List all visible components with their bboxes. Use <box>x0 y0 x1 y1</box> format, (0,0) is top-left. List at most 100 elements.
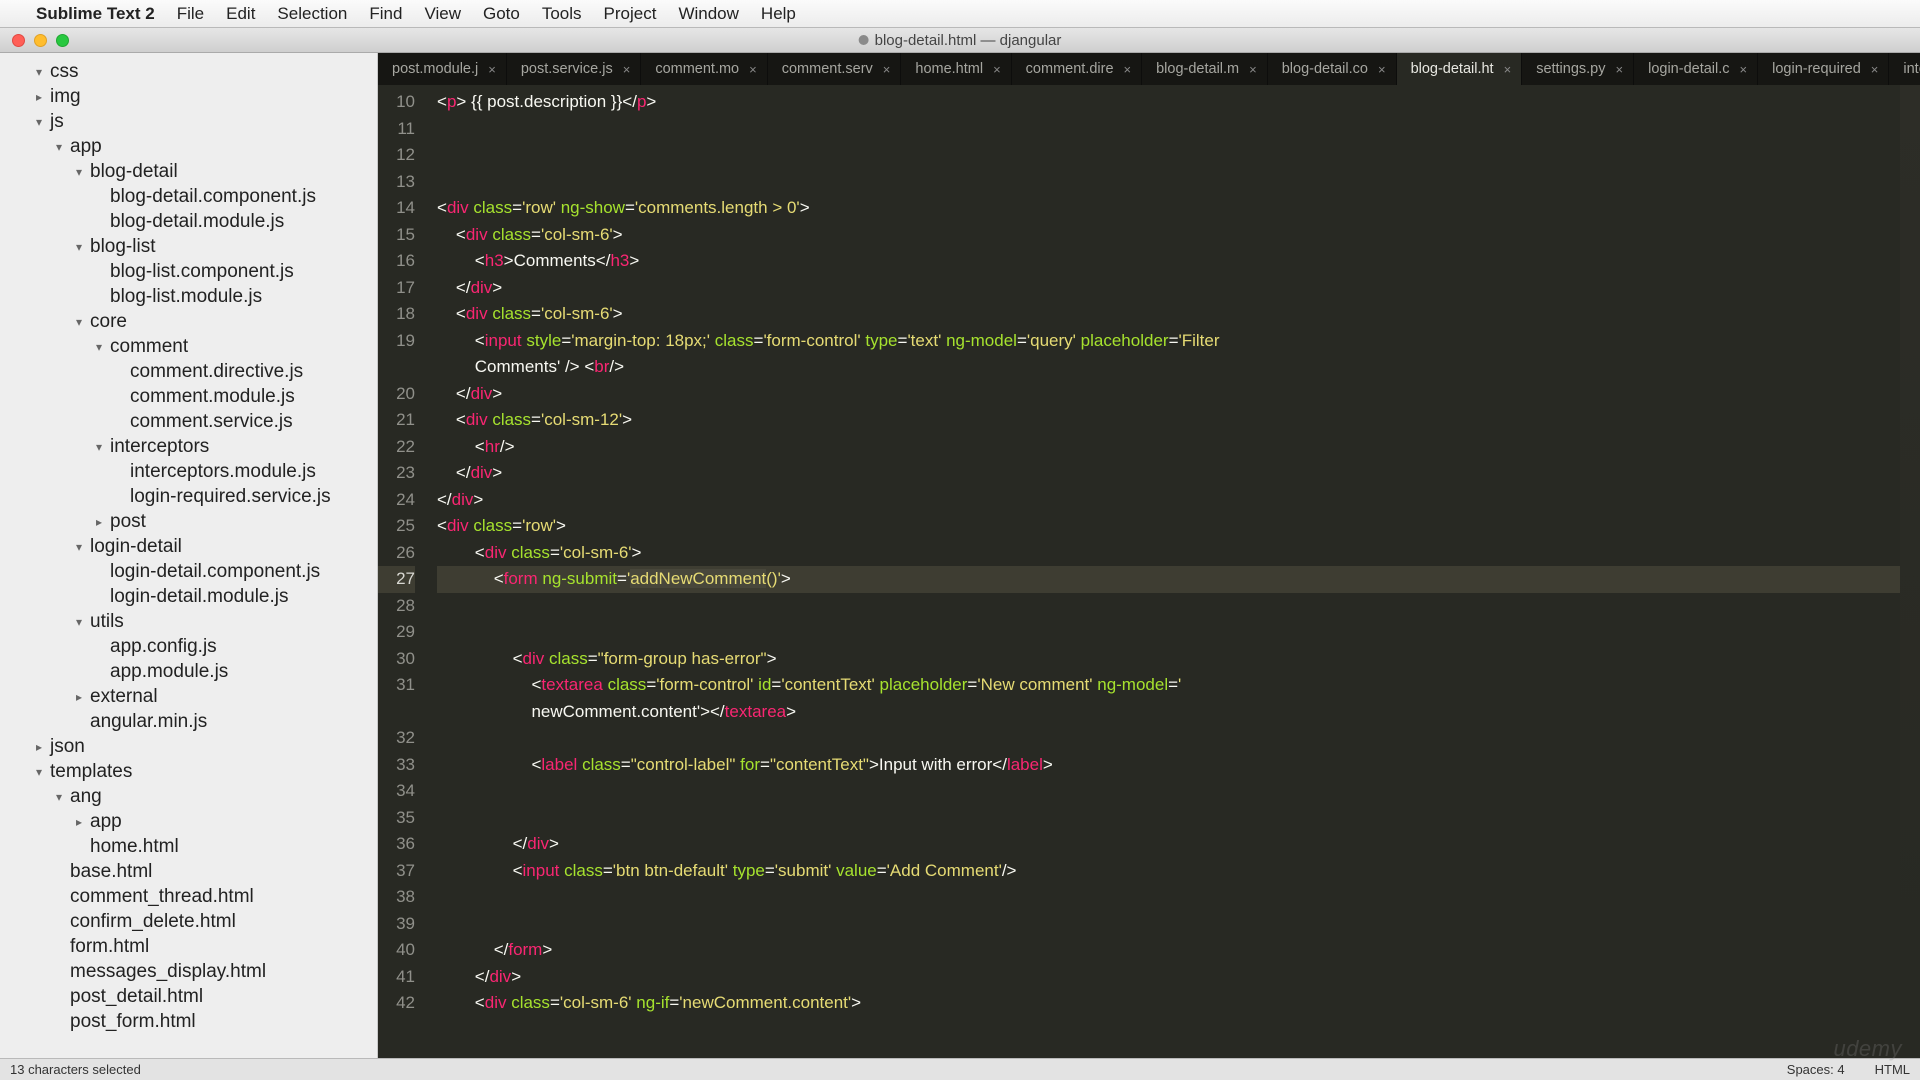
line-number[interactable] <box>378 354 415 381</box>
tab[interactable]: blog-detail.ht× <box>1397 53 1523 85</box>
code-line[interactable]: <label class="control-label" for="conten… <box>437 752 1920 779</box>
code-line[interactable]: </div> <box>437 381 1920 408</box>
close-icon[interactable]: × <box>1740 62 1748 77</box>
code-line[interactable] <box>437 169 1920 196</box>
line-number[interactable]: 23 <box>378 460 415 487</box>
tab[interactable]: login-detail.c× <box>1634 53 1758 85</box>
tree-item[interactable]: ▾blog-detail <box>0 159 377 184</box>
tree-item[interactable]: ▾app <box>0 134 377 159</box>
code-line[interactable]: <form ng-submit='addNewComment()'> <box>437 566 1920 593</box>
menu-selection[interactable]: Selection <box>277 4 347 24</box>
tree-item[interactable]: base.html <box>0 859 377 884</box>
tree-item[interactable]: post_form.html <box>0 1009 377 1034</box>
line-number[interactable]: 24 <box>378 487 415 514</box>
tree-item[interactable]: app.module.js <box>0 659 377 684</box>
disclosure-arrow-icon[interactable]: ▾ <box>52 790 66 804</box>
line-number[interactable]: 11 <box>378 116 415 143</box>
tree-item[interactable]: ▾css <box>0 59 377 84</box>
tree-item[interactable]: ▾interceptors <box>0 434 377 459</box>
menu-edit[interactable]: Edit <box>226 4 255 24</box>
close-icon[interactable]: × <box>623 62 631 77</box>
disclosure-arrow-icon[interactable]: ▾ <box>32 115 46 129</box>
tree-item[interactable]: home.html <box>0 834 377 859</box>
disclosure-arrow-icon[interactable]: ▾ <box>92 340 106 354</box>
code-line[interactable]: <div class='row' ng-show='comments.lengt… <box>437 195 1920 222</box>
close-icon[interactable]: × <box>488 62 496 77</box>
code-line[interactable]: <div class='col-sm-6'> <box>437 222 1920 249</box>
minimize-icon[interactable] <box>34 34 47 47</box>
tree-item[interactable]: ▸post <box>0 509 377 534</box>
close-icon[interactable]: × <box>1871 62 1879 77</box>
code-line[interactable] <box>437 778 1920 805</box>
line-number[interactable]: 41 <box>378 964 415 991</box>
tree-item[interactable]: login-detail.module.js <box>0 584 377 609</box>
minimap[interactable] <box>1900 85 1920 955</box>
tree-item[interactable]: messages_display.html <box>0 959 377 984</box>
code-line[interactable] <box>437 619 1920 646</box>
tab[interactable]: comment.mo× <box>641 53 767 85</box>
tab[interactable]: blog-detail.co× <box>1268 53 1397 85</box>
line-number[interactable]: 38 <box>378 884 415 911</box>
code-line[interactable]: <input class='btn btn-default' type='sub… <box>437 858 1920 885</box>
tree-item[interactable]: interceptors.module.js <box>0 459 377 484</box>
tree-item[interactable]: ▾comment <box>0 334 377 359</box>
code-line[interactable]: <textarea class='form-control' id='conte… <box>437 672 1920 699</box>
menu-help[interactable]: Help <box>761 4 796 24</box>
menu-window[interactable]: Window <box>678 4 738 24</box>
tree-item[interactable]: ▾ang <box>0 784 377 809</box>
line-number[interactable]: 16 <box>378 248 415 275</box>
line-number[interactable]: 36 <box>378 831 415 858</box>
line-number[interactable]: 32 <box>378 725 415 752</box>
disclosure-arrow-icon[interactable]: ▾ <box>72 540 86 554</box>
code-content[interactable]: <p> {{ post.description }}</p> <div class… <box>425 85 1920 1058</box>
menu-view[interactable]: View <box>424 4 461 24</box>
tree-item[interactable]: ▸img <box>0 84 377 109</box>
line-number[interactable]: 30 <box>378 646 415 673</box>
code-line[interactable]: <div class='col-sm-6' ng-if='newComment.… <box>437 990 1920 1017</box>
code-line[interactable]: <div class='col-sm-12'> <box>437 407 1920 434</box>
tree-item[interactable]: login-detail.component.js <box>0 559 377 584</box>
line-number[interactable]: 14 <box>378 195 415 222</box>
disclosure-arrow-icon[interactable]: ▾ <box>72 165 86 179</box>
tree-item[interactable]: login-required.service.js <box>0 484 377 509</box>
line-number[interactable]: 18 <box>378 301 415 328</box>
line-number[interactable]: 39 <box>378 911 415 938</box>
code-line[interactable] <box>437 142 1920 169</box>
tree-item[interactable]: app.config.js <box>0 634 377 659</box>
close-icon[interactable]: × <box>993 62 1001 77</box>
tab[interactable]: comment.serv× <box>768 53 902 85</box>
code-line[interactable]: <p> {{ post.description }}</p> <box>437 89 1920 116</box>
menu-project[interactable]: Project <box>604 4 657 24</box>
tree-item[interactable]: comment_thread.html <box>0 884 377 909</box>
line-number[interactable]: 20 <box>378 381 415 408</box>
maximize-icon[interactable] <box>56 34 69 47</box>
disclosure-arrow-icon[interactable]: ▾ <box>72 240 86 254</box>
disclosure-arrow-icon[interactable]: ▸ <box>92 515 106 529</box>
close-icon[interactable]: × <box>1378 62 1386 77</box>
code-line[interactable]: Comments' /> <br/> <box>437 354 1920 381</box>
code-line[interactable]: <h3>Comments</h3> <box>437 248 1920 275</box>
line-number[interactable]: 42 <box>378 990 415 1017</box>
disclosure-arrow-icon[interactable]: ▾ <box>72 315 86 329</box>
app-name[interactable]: Sublime Text 2 <box>36 4 155 24</box>
line-number[interactable]: 25 <box>378 513 415 540</box>
tab[interactable]: settings.py× <box>1522 53 1634 85</box>
tree-item[interactable]: angular.min.js <box>0 709 377 734</box>
tab[interactable]: blog-detail.m× <box>1142 53 1268 85</box>
code-line[interactable]: newComment.content'></textarea> <box>437 699 1920 726</box>
tree-item[interactable]: ▸app <box>0 809 377 834</box>
code-line[interactable] <box>437 884 1920 911</box>
line-number[interactable]: 40 <box>378 937 415 964</box>
tree-item[interactable]: comment.service.js <box>0 409 377 434</box>
tab[interactable]: interceptors.n× <box>1889 53 1920 85</box>
line-number[interactable]: 34 <box>378 778 415 805</box>
line-number[interactable]: 29 <box>378 619 415 646</box>
tree-item[interactable]: blog-detail.component.js <box>0 184 377 209</box>
close-icon[interactable] <box>12 34 25 47</box>
line-number[interactable]: 22 <box>378 434 415 461</box>
code-line[interactable] <box>437 805 1920 832</box>
code-line[interactable]: </div> <box>437 275 1920 302</box>
tree-item[interactable]: comment.directive.js <box>0 359 377 384</box>
disclosure-arrow-icon[interactable]: ▾ <box>92 440 106 454</box>
tree-item[interactable]: ▸json <box>0 734 377 759</box>
